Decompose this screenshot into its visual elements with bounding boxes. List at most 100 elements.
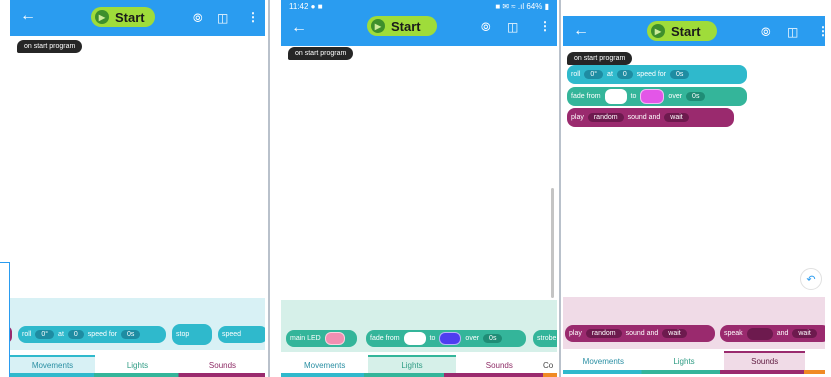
fade-from-color[interactable] <box>604 89 627 104</box>
start-button[interactable]: ▶ Start <box>91 7 155 27</box>
tab-sounds-label: Sounds <box>208 361 237 370</box>
robot-icon[interactable]: ◫ <box>787 25 798 39</box>
led-color-swatch[interactable] <box>324 332 345 345</box>
on-start-program-block[interactable]: on start program <box>567 52 633 65</box>
play-label: play <box>569 330 582 337</box>
fade-from-color[interactable] <box>403 332 426 345</box>
at-label: at <box>607 71 613 78</box>
fade-to-color[interactable] <box>439 332 462 345</box>
tab-sounds[interactable]: Sounds <box>724 351 806 370</box>
partial-block[interactable] <box>10 326 12 343</box>
tab-lights[interactable]: Lights <box>95 355 180 374</box>
back-arrow-icon[interactable]: ← <box>20 8 36 24</box>
tab-indicator-bar <box>281 373 557 377</box>
block-palette: roll 0° at 0 speed for 0s stop speed <box>10 298 265 350</box>
block-palette: play random sound and wait speak and wai… <box>563 297 825 349</box>
tab-lights-label: Lights <box>673 357 695 366</box>
palette-speak-block[interactable]: speak and wait <box>720 325 825 342</box>
fade-time-value[interactable]: 0s <box>483 334 503 343</box>
connection-icon[interactable]: ⦾ <box>193 11 203 26</box>
tab-movements[interactable]: Movements <box>563 351 644 370</box>
tab-movements-label: Movements <box>582 357 625 366</box>
roll-angle-value[interactable]: 0° <box>35 330 55 339</box>
speed-for-label: speed for <box>87 331 117 338</box>
fade-over-label: over <box>465 335 480 342</box>
tab-lights[interactable]: Lights <box>643 351 725 370</box>
fade-to-label: to <box>429 335 436 342</box>
screenshot-movements: ← ▶ Start ⦾ ◫ ⋮ on start program roll 0°… <box>10 0 265 377</box>
screenshot-sounds: ← ▶ Start ⦾ ◫ ⋮ on start program roll 0°… <box>563 0 825 377</box>
palette-roll-block[interactable]: roll 0° at 0 speed for 0s <box>18 326 166 343</box>
tab-sounds[interactable]: Sounds <box>455 355 543 374</box>
play-sound-block[interactable]: play random sound and wait <box>567 108 734 127</box>
at-label: at <box>58 331 64 338</box>
fade-to-color[interactable] <box>640 89 665 104</box>
speak-and-label: and <box>776 330 789 337</box>
category-tabs: Movements Lights Sounds Co <box>281 355 557 374</box>
speed-value[interactable]: 0 <box>616 70 633 79</box>
roll-block[interactable]: roll 0° at 0 speed for 0s <box>567 65 747 84</box>
connection-icon[interactable]: ⦾ <box>481 20 491 35</box>
palette-play-block[interactable]: play random sound and wait <box>565 325 715 342</box>
time-value[interactable]: 0s <box>669 70 690 79</box>
speak-wait-select[interactable]: wait <box>792 329 817 338</box>
tab-overflow[interactable] <box>805 351 825 370</box>
scrollbar[interactable] <box>551 188 554 298</box>
on-start-program-block[interactable]: on start program <box>17 40 83 53</box>
tab-movements-label: Movements <box>31 361 74 370</box>
wait-select[interactable]: wait <box>664 113 689 122</box>
speed-label: speed <box>222 331 242 338</box>
roll-label: roll <box>22 331 32 338</box>
speed-for-label: speed for <box>636 71 666 78</box>
play-icon: ▶ <box>371 19 385 33</box>
tab-indicator-bar <box>563 370 825 374</box>
speak-text-input[interactable] <box>746 327 773 340</box>
screenshot-lights: 11:42 ● ■ ■ ✉ ≈ .ıl 64% ▮ ← ▶ Start ⦾ ◫ … <box>281 0 557 377</box>
battery-level: 64% <box>526 2 543 11</box>
fade-to-label: to <box>630 93 637 100</box>
sound-select[interactable]: random <box>587 113 624 122</box>
hat-label: on start program <box>24 43 76 50</box>
palette-stop-block[interactable]: stop <box>172 324 212 345</box>
robot-icon[interactable]: ◫ <box>217 11 228 25</box>
divider-2 <box>559 0 561 377</box>
tab-lights[interactable]: Lights <box>368 355 456 374</box>
tab-movements[interactable]: Movements <box>281 355 369 374</box>
sound-select[interactable]: random <box>585 329 622 338</box>
connection-icon[interactable]: ⦾ <box>761 25 771 40</box>
block-palette: main LED fade from to over 0s strobe <box>281 300 557 352</box>
start-label: Start <box>115 9 145 25</box>
palette-fade-block[interactable]: fade from to over 0s <box>366 330 526 347</box>
tab-lights-label: Lights <box>401 361 423 370</box>
tab-lights-label: Lights <box>126 361 149 370</box>
hat-label: on start program <box>574 55 626 62</box>
fade-from-label: fade from <box>571 93 601 100</box>
tab-sounds[interactable]: Sounds <box>180 355 265 374</box>
back-arrow-icon[interactable]: ← <box>291 20 307 36</box>
more-menu-icon[interactable]: ⋮ <box>247 10 259 24</box>
palette-strobe-block[interactable]: strobe <box>533 330 557 347</box>
tab-movements[interactable]: Movements <box>10 355 95 374</box>
tab-sounds-label: Sounds <box>485 361 513 370</box>
more-menu-icon[interactable]: ⋮ <box>817 24 825 38</box>
undo-icon[interactable]: ↶ <box>800 268 822 290</box>
start-label: Start <box>671 23 701 39</box>
palette-speed-block[interactable]: speed <box>218 326 265 343</box>
palette-main-led-block[interactable]: main LED <box>286 330 357 347</box>
more-menu-icon[interactable]: ⋮ <box>539 19 551 33</box>
status-icons: ● ■ <box>310 2 323 11</box>
on-start-program-block[interactable]: on start program <box>288 47 354 60</box>
start-button[interactable]: ▶ Start <box>367 16 437 36</box>
roll-angle-value[interactable]: 0° <box>584 70 604 79</box>
tab-indicator-bar <box>10 373 265 377</box>
fade-time-value[interactable]: 0s <box>686 92 706 101</box>
time-value[interactable]: 0s <box>120 330 141 339</box>
app-bar: ← ▶ Start ⦾ ◫ ⋮ <box>10 0 265 36</box>
fade-block[interactable]: fade from to over 0s <box>567 87 747 106</box>
tab-controls[interactable]: Co <box>542 355 557 374</box>
wait-select[interactable]: wait <box>662 329 687 338</box>
start-button[interactable]: ▶ Start <box>647 21 717 41</box>
robot-icon[interactable]: ◫ <box>507 20 518 34</box>
speed-value[interactable]: 0 <box>67 330 84 339</box>
back-arrow-icon[interactable]: ← <box>573 23 589 39</box>
